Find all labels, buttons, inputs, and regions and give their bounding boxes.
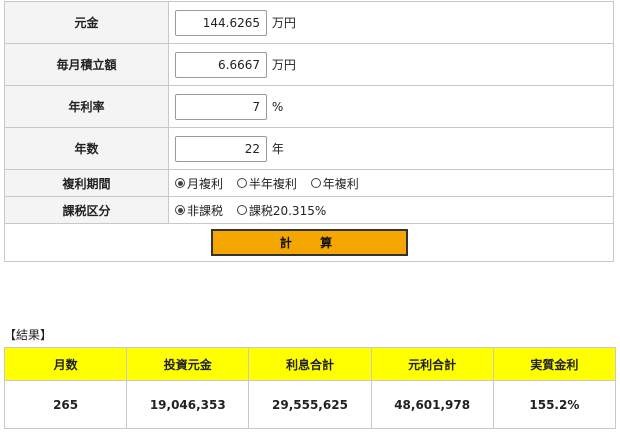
radio-checked-icon[interactable] xyxy=(175,178,185,188)
table-row: 265 19,046,353 29,555,625 48,601,978 155… xyxy=(3,380,617,429)
radio-unchecked-icon[interactable] xyxy=(236,178,247,188)
compound-label: 複利期間 xyxy=(4,169,169,197)
header-invested: 投資元金 xyxy=(126,347,250,381)
monthly-row: 毎月積立額 万円 xyxy=(4,43,614,86)
tax-row: 課税区分 非課税 課税20.315% xyxy=(4,196,614,224)
tax-option-exempt[interactable]: 非課税 xyxy=(175,202,223,219)
principal-row: 元金 万円 xyxy=(4,1,614,44)
years-input[interactable] xyxy=(175,135,267,162)
radio-unchecked-icon[interactable] xyxy=(236,205,247,215)
monthly-unit: 万円 xyxy=(271,58,296,72)
rate-row: 年利率 % xyxy=(4,85,614,128)
tax-label: 課税区分 xyxy=(4,196,169,224)
radio-checked-icon[interactable] xyxy=(175,205,185,215)
result-table: 月数 投資元金 利息合計 元利合計 実質金利 265 19,046,353 29… xyxy=(3,347,617,429)
header-months: 月数 xyxy=(3,347,128,381)
result-header-row: 月数 投資元金 利息合計 元利合計 実質金利 xyxy=(3,347,617,381)
years-unit: 年 xyxy=(271,142,284,156)
years-row: 年数 年 xyxy=(4,127,614,170)
input-form: 元金 万円 毎月積立額 万円 年利率 % 年数 年 複利期間 月複利 xyxy=(4,1,614,262)
cell-invested: 19,046,353 xyxy=(126,380,250,429)
principal-unit: 万円 xyxy=(271,16,296,30)
header-real-rate: 実質金利 xyxy=(492,347,617,381)
compound-option-halfyear[interactable]: 半年複利 xyxy=(236,175,297,192)
cell-real-rate: 155.2% xyxy=(492,380,617,429)
principal-label: 元金 xyxy=(4,1,169,44)
rate-unit: % xyxy=(271,99,284,114)
monthly-input[interactable] xyxy=(175,51,267,78)
header-interest: 利息合計 xyxy=(248,347,372,381)
button-row: 計 算 xyxy=(4,223,614,262)
tax-option-taxed[interactable]: 課税20.315% xyxy=(236,202,326,219)
years-label: 年数 xyxy=(4,127,169,170)
compound-option-yearly[interactable]: 年複利 xyxy=(310,175,359,192)
rate-input[interactable] xyxy=(175,93,267,120)
compound-option-monthly[interactable]: 月複利 xyxy=(175,175,223,192)
compound-row: 複利期間 月複利 半年複利 年複利 xyxy=(4,169,614,197)
principal-input[interactable] xyxy=(175,9,267,36)
monthly-label: 毎月積立額 xyxy=(4,43,169,86)
radio-unchecked-icon[interactable] xyxy=(310,178,321,188)
cell-total: 48,601,978 xyxy=(370,380,494,429)
header-total: 元利合計 xyxy=(370,347,494,381)
cell-months: 265 xyxy=(3,380,128,429)
cell-interest: 29,555,625 xyxy=(248,380,372,429)
result-title: 【結果】 xyxy=(4,328,53,342)
calculate-button[interactable]: 計 算 xyxy=(210,229,408,256)
rate-label: 年利率 xyxy=(4,85,169,128)
